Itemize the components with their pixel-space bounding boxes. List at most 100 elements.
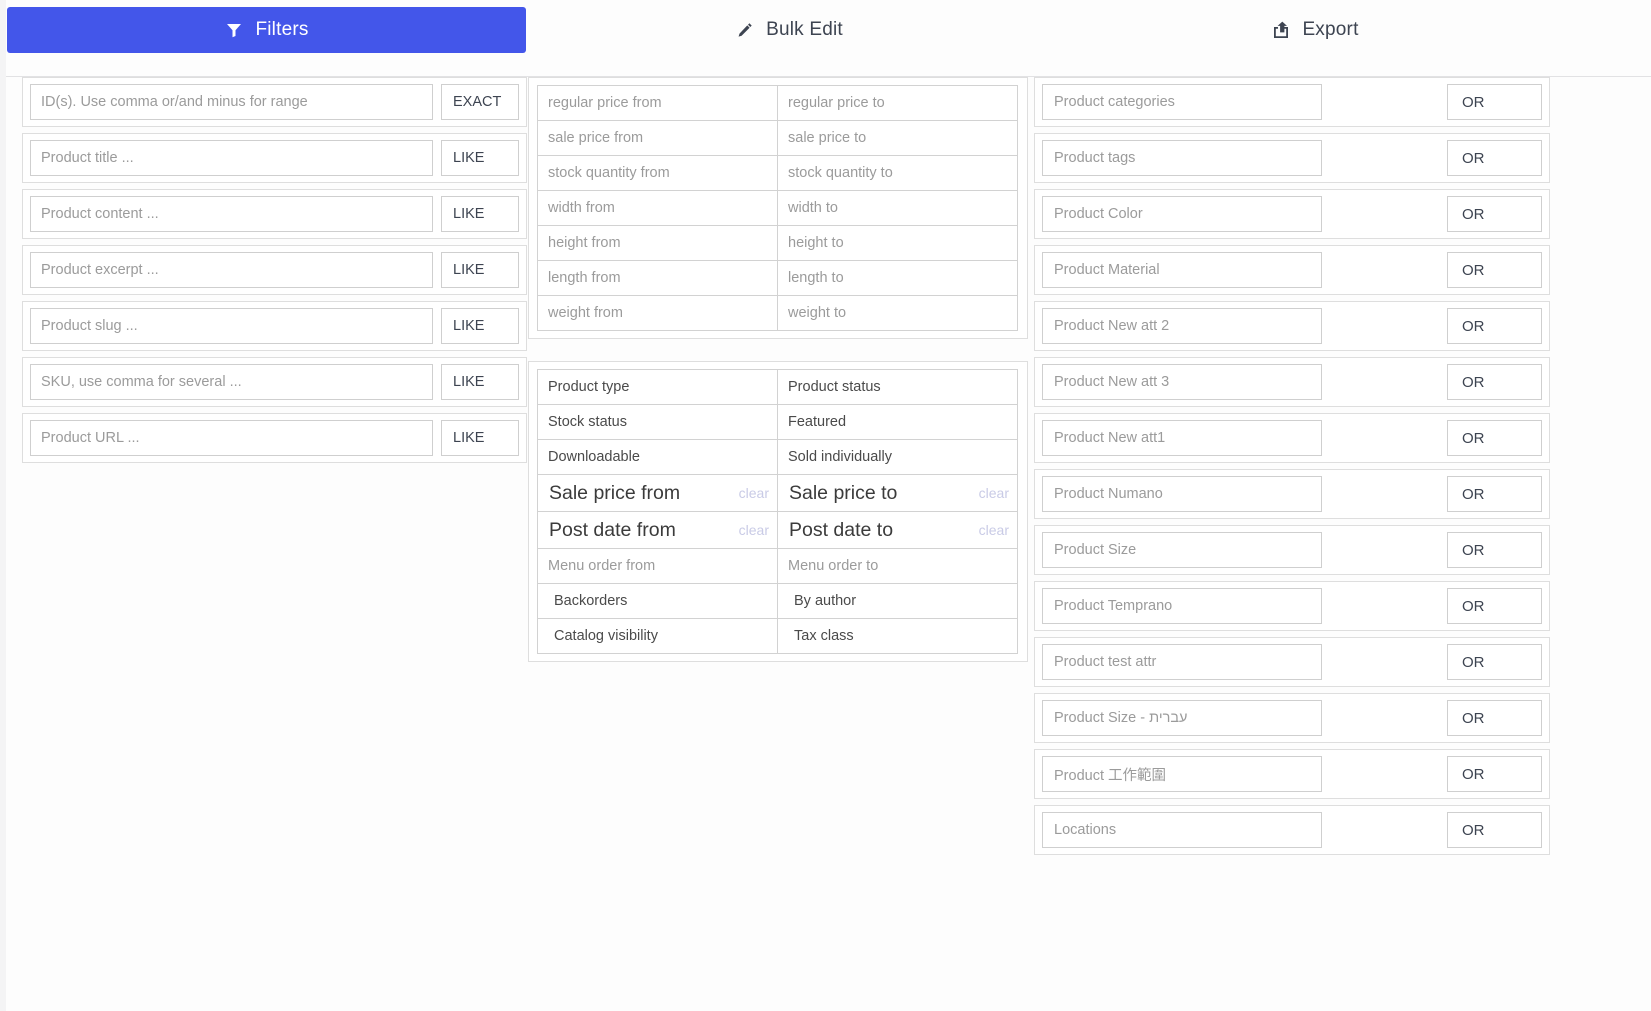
- taxonomy-filter-input[interactable]: Product test attr: [1042, 644, 1322, 680]
- filter-row: Product excerpt ... LIKE: [30, 252, 519, 288]
- relation-operator-select[interactable]: OR: [1447, 140, 1542, 176]
- relation-operator-select[interactable]: OR: [1447, 644, 1542, 680]
- range-from-input[interactable]: width from: [537, 190, 778, 226]
- filter-row: Product URL ... LIKE: [30, 420, 519, 456]
- dropdown-filter-right[interactable]: Featured: [777, 404, 1018, 440]
- relation-operator-select[interactable]: OR: [1447, 476, 1542, 512]
- tab-filters[interactable]: Filters: [7, 7, 526, 53]
- relation-operator-select[interactable]: OR: [1447, 532, 1542, 568]
- taxonomy-filter-input[interactable]: Product categories: [1042, 84, 1322, 120]
- taxonomy-filter-input[interactable]: Product Temprano: [1042, 588, 1322, 624]
- compare-operator-select[interactable]: LIKE: [441, 308, 519, 344]
- taxonomy-filter-input[interactable]: Product New att 3: [1042, 364, 1322, 400]
- relation-operator-select[interactable]: OR: [1447, 588, 1542, 624]
- relation-operator-select[interactable]: OR: [1447, 308, 1542, 344]
- filter-row: Product title ... LIKE: [30, 140, 519, 176]
- compare-operator-select[interactable]: EXACT: [441, 84, 519, 120]
- range-to-input[interactable]: regular price to: [777, 85, 1018, 121]
- clear-link[interactable]: clear: [979, 522, 1009, 538]
- compare-operator-select[interactable]: LIKE: [441, 420, 519, 456]
- dropdown-filter-left[interactable]: Backorders: [537, 583, 778, 619]
- filter-row: SKU, use comma for several ... LIKE: [30, 364, 519, 400]
- dropdown-filter-right[interactable]: Product status: [777, 369, 1018, 405]
- taxonomy-filter-row: Product New att1 OR: [1042, 420, 1542, 456]
- menu-order-from-input[interactable]: Menu order from: [537, 548, 778, 584]
- taxonomy-filter-input[interactable]: Product 工作範圍: [1042, 756, 1322, 792]
- right-filter-column: Product categories OR Product tags OR Produc…: [1034, 77, 1550, 861]
- relation-operator-select[interactable]: OR: [1447, 364, 1542, 400]
- compare-operator-select[interactable]: LIKE: [441, 140, 519, 176]
- text-filter-input[interactable]: Product content ...: [30, 196, 433, 232]
- taxonomy-filter-input[interactable]: Product tags: [1042, 140, 1322, 176]
- range-to-input[interactable]: width to: [777, 190, 1018, 226]
- relation-operator-select[interactable]: OR: [1447, 252, 1542, 288]
- clear-link[interactable]: clear: [979, 485, 1009, 501]
- relation-operator-select[interactable]: OR: [1447, 420, 1542, 456]
- range-from-input[interactable]: stock quantity from: [537, 155, 778, 191]
- menu-order-to-input[interactable]: Menu order to: [777, 548, 1018, 584]
- range-to-input[interactable]: stock quantity to: [777, 155, 1018, 191]
- taxonomy-filter-group-row: Product Color OR: [1034, 189, 1550, 239]
- taxonomy-filter-input[interactable]: Product Size - עברית: [1042, 700, 1322, 736]
- filters-body: ID(s). Use comma or/and minus for range E…: [6, 77, 1651, 1011]
- taxonomy-filter-input[interactable]: Product Numano: [1042, 476, 1322, 512]
- field-label: By author: [794, 593, 857, 609]
- taxonomy-filter-input[interactable]: Locations: [1042, 812, 1322, 848]
- taxonomy-filter-input[interactable]: Product New att1: [1042, 420, 1322, 456]
- range-to-input[interactable]: length to: [777, 260, 1018, 296]
- filter-group-row: Product content ... LIKE: [22, 189, 527, 239]
- range-to-input[interactable]: weight to: [777, 295, 1018, 331]
- relation-operator-select[interactable]: OR: [1447, 756, 1542, 792]
- range-from-input[interactable]: length from: [537, 260, 778, 296]
- clear-link[interactable]: clear: [739, 485, 769, 501]
- relation-operator-select[interactable]: OR: [1447, 196, 1542, 232]
- taxonomy-filter-input[interactable]: Product Material: [1042, 252, 1322, 288]
- range-to-input[interactable]: sale price to: [777, 120, 1018, 156]
- dropdown-filter-left[interactable]: Product type: [537, 369, 778, 405]
- filter-group-row: Product URL ... LIKE: [22, 413, 527, 463]
- compare-operator-select[interactable]: LIKE: [441, 252, 519, 288]
- text-filter-input[interactable]: ID(s). Use comma or/and minus for range: [30, 84, 433, 120]
- taxonomy-filter-row: Product Color OR: [1042, 196, 1542, 232]
- dropdown-filter-left[interactable]: Stock status: [537, 404, 778, 440]
- text-filter-input[interactable]: Product title ...: [30, 140, 433, 176]
- field-label: Product type: [548, 379, 630, 395]
- date-price-to-field[interactable]: Sale price to clear: [777, 474, 1018, 512]
- text-filter-input[interactable]: Product excerpt ...: [30, 252, 433, 288]
- range-from-input[interactable]: sale price from: [537, 120, 778, 156]
- tab-bulk-edit[interactable]: Bulk Edit: [526, 7, 1052, 53]
- row-spacer: [1322, 700, 1447, 736]
- filter-pair-row: Sale price from clear Sale price to clear: [537, 474, 1019, 512]
- text-filter-input[interactable]: Product URL ...: [30, 420, 433, 456]
- clear-link[interactable]: clear: [739, 522, 769, 538]
- date-price-to-field[interactable]: Post date to clear: [777, 511, 1018, 549]
- taxonomy-filter-input[interactable]: Product Color: [1042, 196, 1322, 232]
- text-filter-input[interactable]: Product slug ...: [30, 308, 433, 344]
- relation-operator-select[interactable]: OR: [1447, 700, 1542, 736]
- taxonomy-filter-group-row: Product 工作範圍 OR: [1034, 749, 1550, 799]
- row-spacer: [1322, 140, 1447, 176]
- date-price-from-field[interactable]: Post date from clear: [537, 511, 778, 549]
- date-price-from-field[interactable]: Sale price from clear: [537, 474, 778, 512]
- dropdown-filter-right[interactable]: By author: [777, 583, 1018, 619]
- taxonomy-filter-input[interactable]: Product Size: [1042, 532, 1322, 568]
- range-to-input[interactable]: height to: [777, 225, 1018, 261]
- range-from-input[interactable]: regular price from: [537, 85, 778, 121]
- range-from-input[interactable]: weight from: [537, 295, 778, 331]
- dropdown-filter-left[interactable]: Downloadable: [537, 439, 778, 475]
- dropdown-filter-left[interactable]: Catalog visibility: [537, 618, 778, 654]
- compare-operator-select[interactable]: LIKE: [441, 196, 519, 232]
- relation-operator-select[interactable]: OR: [1447, 812, 1542, 848]
- relation-operator-select[interactable]: OR: [1447, 84, 1542, 120]
- row-spacer: [1322, 84, 1447, 120]
- range-from-input[interactable]: height from: [537, 225, 778, 261]
- tab-export[interactable]: Export: [1052, 7, 1578, 53]
- text-filter-input[interactable]: SKU, use comma for several ...: [30, 364, 433, 400]
- row-spacer: [1322, 420, 1447, 456]
- compare-operator-select[interactable]: LIKE: [441, 364, 519, 400]
- filter-row: ID(s). Use comma or/and minus for range E…: [30, 84, 519, 120]
- funnel-icon: [224, 20, 244, 40]
- dropdown-filter-right[interactable]: Sold individually: [777, 439, 1018, 475]
- taxonomy-filter-input[interactable]: Product New att 2: [1042, 308, 1322, 344]
- dropdown-filter-right[interactable]: Tax class: [777, 618, 1018, 654]
